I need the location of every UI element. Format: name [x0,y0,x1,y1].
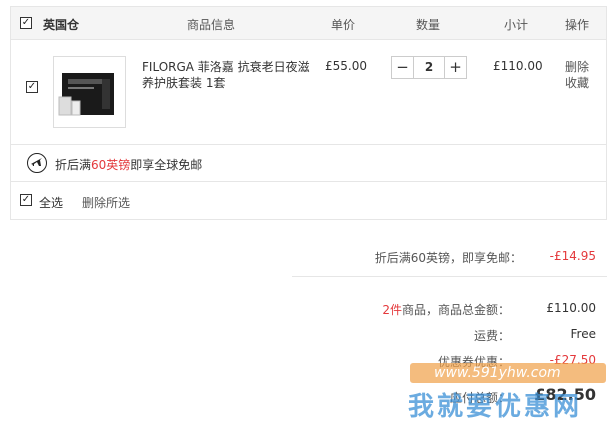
airplane-icon [27,153,47,173]
watermark-url: www.591yhw.com [410,363,606,383]
item-checkbox[interactable]: ✓ [26,81,38,93]
freight-value: Free [570,327,596,341]
summary-divider [292,276,607,277]
col-info: 商品信息 [187,18,236,32]
product-image[interactable] [53,56,126,128]
col-subtotal: 小计 [504,18,529,32]
delete-selected-link[interactable]: 删除所选 [82,194,130,211]
col-ops: 操作 [565,18,590,32]
warehouse-label: 英国仓 [43,18,80,32]
watermark-text: 我就要优惠网 [408,392,583,422]
product-box-icon [58,73,114,116]
item-count: 2件 [382,303,402,317]
shipping-promo: 折后满60英镑即享全球免邮 [11,144,606,182]
decrease-button[interactable]: − [392,57,414,78]
col-price: 单价 [331,18,356,32]
delete-link[interactable]: 删除 [565,59,589,75]
cart-footer: ✓ 全选 删除所选 [11,182,606,219]
col-qty: 数量 [416,18,441,32]
select-all-checkbox[interactable]: ✓ [20,194,32,206]
cart-panel: ✓ 英国仓 商品信息 单价 数量 小计 操作 ✓ FILORGA 菲洛嘉 抗衰老… [10,6,607,220]
discount-label: 折后满60英镑，即享免邮： [374,251,522,265]
quantity-stepper: − 2 + [391,56,467,79]
product-name[interactable]: FILORGA 菲洛嘉 抗衰老日夜滋养护肤套装 1套 [142,59,312,91]
unit-price: £55.00 [325,59,367,73]
discount-value: -£14.95 [549,249,596,263]
favorite-link[interactable]: 收藏 [565,75,589,91]
increase-button[interactable]: + [444,57,466,78]
freight-label: 运费： [473,329,510,343]
quantity-input[interactable]: 2 [414,57,444,78]
header-checkbox[interactable]: ✓ [20,17,32,29]
total-value: £110.00 [546,301,596,315]
select-all-label[interactable]: 全选 [39,194,63,211]
shipping-text: 折后满60英镑即享全球免邮 [55,158,203,172]
item-subtotal: £110.00 [493,59,543,73]
total-label: 2件商品，商品总金额： [382,303,510,317]
shipping-threshold: 60英镑 [91,158,131,172]
cart-header: ✓ 英国仓 商品信息 单价 数量 小计 操作 [11,7,606,40]
item-operations: 删除 收藏 [565,59,589,91]
